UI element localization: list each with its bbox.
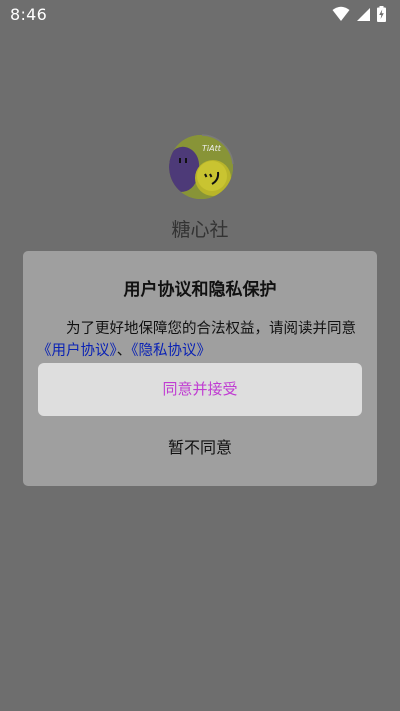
signal-icon: [356, 7, 371, 22]
status-time: 8:46: [10, 5, 48, 24]
logo-lettering: TiAtt: [202, 144, 222, 153]
wifi-icon: [332, 6, 350, 22]
app-logo: TiAtt: [168, 134, 234, 200]
battery-charging-icon: [377, 6, 386, 22]
privacy-policy-link[interactable]: 《隐私协议》: [131, 343, 211, 359]
accept-button[interactable]: 同意并接受: [38, 363, 362, 416]
status-icons: [332, 6, 386, 22]
decline-button[interactable]: 暂不同意: [38, 428, 362, 468]
status-bar: 8:46: [0, 0, 400, 28]
privacy-dialog: 用户协议和隐私保护 为了更好地保障您的合法权益，请阅读并同意 《用户协议》、《隐…: [23, 251, 377, 486]
dialog-body-text: 为了更好地保障您的合法权益，请阅读并同意: [66, 321, 356, 337]
dialog-title: 用户协议和隐私保护: [123, 280, 277, 300]
link-separator: 、: [116, 343, 132, 359]
app-name: 糖心社: [171, 219, 229, 241]
dialog-body: 为了更好地保障您的合法权益，请阅读并同意 《用户协议》、《隐私协议》: [37, 318, 367, 362]
user-agreement-link[interactable]: 《用户协议》: [37, 343, 117, 359]
